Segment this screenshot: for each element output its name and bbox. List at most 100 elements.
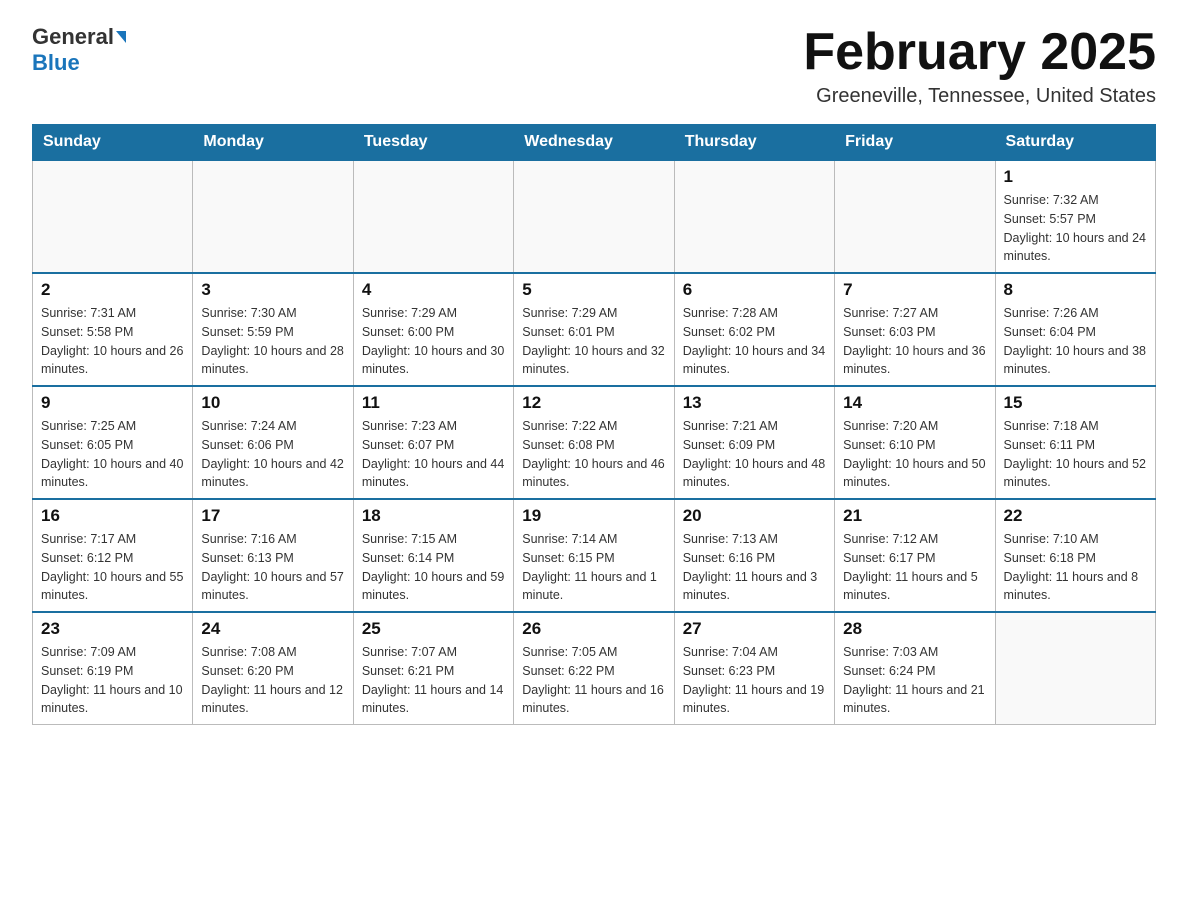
day-number: 15 xyxy=(1004,393,1147,413)
day-info: Sunrise: 7:26 AMSunset: 6:04 PMDaylight:… xyxy=(1004,304,1147,379)
logo-blue-text: Blue xyxy=(32,50,80,76)
page-header: General Blue February 2025 Greeneville, … xyxy=(32,24,1156,108)
day-number: 22 xyxy=(1004,506,1147,526)
day-number: 26 xyxy=(522,619,665,639)
calendar-cell: 1 Sunrise: 7:32 AMSunset: 5:57 PMDaylight… xyxy=(995,160,1155,273)
month-title: February 2025 xyxy=(803,24,1156,81)
calendar-cell: 25 Sunrise: 7:07 AMSunset: 6:21 PMDayligh… xyxy=(353,612,513,725)
weekday-header-monday: Monday xyxy=(193,125,353,161)
calendar-cell: 12 Sunrise: 7:22 AMSunset: 6:08 PMDayligh… xyxy=(514,386,674,499)
day-info: Sunrise: 7:25 AMSunset: 6:05 PMDaylight:… xyxy=(41,417,184,492)
calendar-cell: 21 Sunrise: 7:12 AMSunset: 6:17 PMDayligh… xyxy=(835,499,995,612)
day-info: Sunrise: 7:08 AMSunset: 6:20 PMDaylight:… xyxy=(201,643,344,718)
day-info: Sunrise: 7:10 AMSunset: 6:18 PMDaylight:… xyxy=(1004,530,1147,605)
day-info: Sunrise: 7:04 AMSunset: 6:23 PMDaylight:… xyxy=(683,643,826,718)
day-info: Sunrise: 7:17 AMSunset: 6:12 PMDaylight:… xyxy=(41,530,184,605)
day-number: 11 xyxy=(362,393,505,413)
calendar-cell: 20 Sunrise: 7:13 AMSunset: 6:16 PMDayligh… xyxy=(674,499,834,612)
day-number: 7 xyxy=(843,280,986,300)
weekday-header-thursday: Thursday xyxy=(674,125,834,161)
calendar-cell: 16 Sunrise: 7:17 AMSunset: 6:12 PMDayligh… xyxy=(33,499,193,612)
calendar-cell: 9 Sunrise: 7:25 AMSunset: 6:05 PMDaylight… xyxy=(33,386,193,499)
week-row-2: 2 Sunrise: 7:31 AMSunset: 5:58 PMDaylight… xyxy=(33,273,1156,386)
calendar-cell xyxy=(674,160,834,273)
calendar-cell: 8Sunrise: 7:26 AMSunset: 6:04 PMDaylight… xyxy=(995,273,1155,386)
day-number: 17 xyxy=(201,506,344,526)
calendar-cell: 15 Sunrise: 7:18 AMSunset: 6:11 PMDayligh… xyxy=(995,386,1155,499)
day-info: Sunrise: 7:21 AMSunset: 6:09 PMDaylight:… xyxy=(683,417,826,492)
calendar-cell: 10 Sunrise: 7:24 AMSunset: 6:06 PMDayligh… xyxy=(193,386,353,499)
calendar-cell xyxy=(353,160,513,273)
calendar-cell: 28 Sunrise: 7:03 AMSunset: 6:24 PMDayligh… xyxy=(835,612,995,725)
logo: General Blue xyxy=(32,24,128,76)
calendar-cell: 23Sunrise: 7:09 AMSunset: 6:19 PMDayligh… xyxy=(33,612,193,725)
weekday-header-friday: Friday xyxy=(835,125,995,161)
day-number: 9 xyxy=(41,393,184,413)
calendar-cell: 3 Sunrise: 7:30 AMSunset: 5:59 PMDaylight… xyxy=(193,273,353,386)
day-number: 3 xyxy=(201,280,344,300)
day-number: 19 xyxy=(522,506,665,526)
calendar-cell xyxy=(995,612,1155,725)
day-info: Sunrise: 7:12 AMSunset: 6:17 PMDaylight:… xyxy=(843,530,986,605)
logo-arrow-icon xyxy=(116,31,126,43)
day-number: 24 xyxy=(201,619,344,639)
day-number: 6 xyxy=(683,280,826,300)
week-row-1: 1 Sunrise: 7:32 AMSunset: 5:57 PMDaylight… xyxy=(33,160,1156,273)
day-info: Sunrise: 7:13 AMSunset: 6:16 PMDaylight:… xyxy=(683,530,826,605)
day-info: Sunrise: 7:05 AMSunset: 6:22 PMDaylight:… xyxy=(522,643,665,718)
calendar-cell: 7 Sunrise: 7:27 AMSunset: 6:03 PMDaylight… xyxy=(835,273,995,386)
calendar-cell: 24 Sunrise: 7:08 AMSunset: 6:20 PMDayligh… xyxy=(193,612,353,725)
day-info: Sunrise: 7:03 AMSunset: 6:24 PMDaylight:… xyxy=(843,643,986,718)
day-info: Sunrise: 7:24 AMSunset: 6:06 PMDaylight:… xyxy=(201,417,344,492)
day-info: Sunrise: 7:31 AMSunset: 5:58 PMDaylight:… xyxy=(41,304,184,379)
day-number: 20 xyxy=(683,506,826,526)
calendar-cell: 19Sunrise: 7:14 AMSunset: 6:15 PMDayligh… xyxy=(514,499,674,612)
day-number: 5 xyxy=(522,280,665,300)
weekday-header-tuesday: Tuesday xyxy=(353,125,513,161)
calendar-cell: 4 Sunrise: 7:29 AMSunset: 6:00 PMDaylight… xyxy=(353,273,513,386)
day-number: 10 xyxy=(201,393,344,413)
calendar-cell xyxy=(33,160,193,273)
day-number: 28 xyxy=(843,619,986,639)
weekday-header-saturday: Saturday xyxy=(995,125,1155,161)
calendar-cell: 26 Sunrise: 7:05 AMSunset: 6:22 PMDayligh… xyxy=(514,612,674,725)
weekday-header-sunday: Sunday xyxy=(33,125,193,161)
day-number: 21 xyxy=(843,506,986,526)
day-info: Sunrise: 7:23 AMSunset: 6:07 PMDaylight:… xyxy=(362,417,505,492)
day-number: 12 xyxy=(522,393,665,413)
calendar-cell: 22 Sunrise: 7:10 AMSunset: 6:18 PMDayligh… xyxy=(995,499,1155,612)
calendar-cell: 2 Sunrise: 7:31 AMSunset: 5:58 PMDaylight… xyxy=(33,273,193,386)
day-info: Sunrise: 7:16 AMSunset: 6:13 PMDaylight:… xyxy=(201,530,344,605)
day-info: Sunrise: 7:29 AMSunset: 6:01 PMDaylight:… xyxy=(522,304,665,379)
weekday-header-wednesday: Wednesday xyxy=(514,125,674,161)
day-info: Sunrise: 7:20 AMSunset: 6:10 PMDaylight:… xyxy=(843,417,986,492)
day-info: Sunrise: 7:18 AMSunset: 6:11 PMDaylight:… xyxy=(1004,417,1147,492)
week-row-3: 9 Sunrise: 7:25 AMSunset: 6:05 PMDaylight… xyxy=(33,386,1156,499)
day-info: Sunrise: 7:28 AMSunset: 6:02 PMDaylight:… xyxy=(683,304,826,379)
day-number: 2 xyxy=(41,280,184,300)
calendar-header-row: SundayMondayTuesdayWednesdayThursdayFrid… xyxy=(33,125,1156,161)
location: Greeneville, Tennessee, United States xyxy=(803,85,1156,108)
day-number: 14 xyxy=(843,393,986,413)
day-info: Sunrise: 7:30 AMSunset: 5:59 PMDaylight:… xyxy=(201,304,344,379)
day-info: Sunrise: 7:29 AMSunset: 6:00 PMDaylight:… xyxy=(362,304,505,379)
day-number: 16 xyxy=(41,506,184,526)
calendar-cell: 14 Sunrise: 7:20 AMSunset: 6:10 PMDayligh… xyxy=(835,386,995,499)
calendar-cell: 5 Sunrise: 7:29 AMSunset: 6:01 PMDaylight… xyxy=(514,273,674,386)
day-number: 4 xyxy=(362,280,505,300)
calendar-cell: 18 Sunrise: 7:15 AMSunset: 6:14 PMDayligh… xyxy=(353,499,513,612)
calendar-cell xyxy=(514,160,674,273)
day-info: Sunrise: 7:15 AMSunset: 6:14 PMDaylight:… xyxy=(362,530,505,605)
day-number: 18 xyxy=(362,506,505,526)
day-info: Sunrise: 7:07 AMSunset: 6:21 PMDaylight:… xyxy=(362,643,505,718)
week-row-4: 16 Sunrise: 7:17 AMSunset: 6:12 PMDayligh… xyxy=(33,499,1156,612)
day-number: 27 xyxy=(683,619,826,639)
day-number: 13 xyxy=(683,393,826,413)
calendar-cell: 17 Sunrise: 7:16 AMSunset: 6:13 PMDayligh… xyxy=(193,499,353,612)
day-info: Sunrise: 7:32 AMSunset: 5:57 PMDaylight:… xyxy=(1004,191,1147,266)
day-info: Sunrise: 7:27 AMSunset: 6:03 PMDaylight:… xyxy=(843,304,986,379)
logo-general-text: General xyxy=(32,24,114,50)
day-info: Sunrise: 7:22 AMSunset: 6:08 PMDaylight:… xyxy=(522,417,665,492)
day-number: 1 xyxy=(1004,167,1147,187)
day-number: 25 xyxy=(362,619,505,639)
